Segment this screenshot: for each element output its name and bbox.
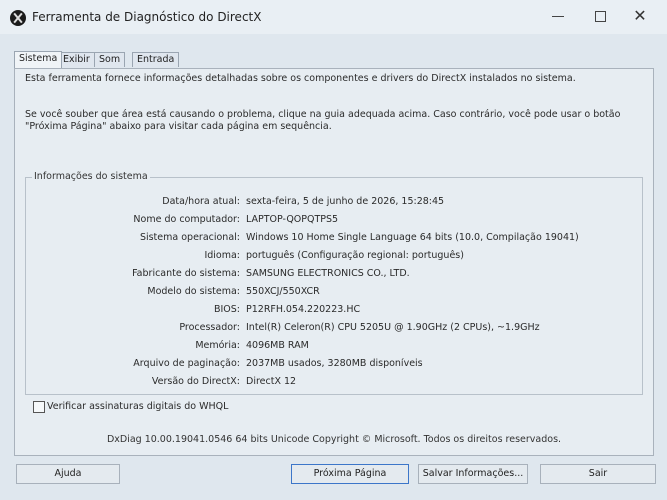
- tab-som[interactable]: Som: [94, 52, 126, 67]
- tab-entrada[interactable]: Entrada: [132, 52, 180, 67]
- info-value: P12RFH.054.220223.HC: [246, 304, 361, 315]
- group-title: Informações do sistema: [32, 171, 150, 182]
- info-label: Processador:: [179, 322, 240, 333]
- info-label: Modelo do sistema:: [147, 286, 240, 297]
- window-title: Ferramenta de Diagnóstico do DirectX: [32, 10, 262, 24]
- info-label: BIOS:: [213, 304, 240, 315]
- info-value: 4096MB RAM: [246, 340, 309, 351]
- info-row-bios: BIOS: P12RFH.054.220223.HC: [26, 304, 644, 320]
- whql-checkbox-label[interactable]: Verificar assinaturas digitais do WHQL: [47, 401, 228, 412]
- close-button[interactable]: ✕: [620, 6, 660, 26]
- intro-text-2: Se você souber que área está causando o …: [25, 109, 621, 132]
- info-value: Intel(R) Celeron(R) CPU 5205U @ 1.90GHz …: [246, 322, 540, 333]
- info-label: Nome do computador:: [133, 214, 240, 225]
- info-label: Fabricante do sistema:: [132, 268, 240, 279]
- minimize-icon: [552, 15, 564, 17]
- directx-app-icon: [10, 10, 26, 26]
- info-row-datetime: Data/hora atual: sexta-feira, 5 de junho…: [26, 196, 644, 212]
- info-row-memory: Memória: 4096MB RAM: [26, 340, 644, 356]
- info-row-manufacturer: Fabricante do sistema: SAMSUNG ELECTRONI…: [26, 268, 644, 284]
- info-value: 550XCJ/550XCR: [246, 286, 320, 297]
- info-value: Windows 10 Home Single Language 64 bits …: [246, 232, 579, 243]
- info-label: Data/hora atual:: [162, 196, 240, 207]
- info-label: Idioma:: [204, 250, 240, 261]
- info-value: 2037MB usados, 3280MB disponíveis: [246, 358, 423, 369]
- next-page-button[interactable]: Próxima Página: [291, 464, 409, 484]
- info-row-directx-version: Versão do DirectX: DirectX 12: [26, 376, 644, 392]
- tab-sistema[interactable]: Sistema: [14, 51, 63, 68]
- info-label: Sistema operacional:: [139, 232, 240, 243]
- save-info-button[interactable]: Salvar Informações...: [418, 464, 528, 484]
- info-value: português (Configuração regional: portug…: [246, 250, 464, 261]
- info-row-processor: Processador: Intel(R) Celeron(R) CPU 520…: [26, 322, 644, 338]
- close-icon: ✕: [633, 6, 647, 25]
- intro-text-1: Esta ferramenta fornece informações deta…: [25, 73, 576, 84]
- info-label: Versão do DirectX:: [151, 376, 240, 387]
- maximize-button[interactable]: [580, 6, 620, 26]
- exit-button[interactable]: Sair: [540, 464, 656, 484]
- copyright-text: DxDiag 10.00.19041.0546 64 bits Unicode …: [106, 434, 562, 445]
- info-value: LAPTOP-QOPQTPS5: [246, 214, 339, 225]
- info-label: Memória:: [195, 340, 240, 351]
- info-row-computer-name: Nome do computador: LAPTOP-QOPQTPS5: [26, 214, 644, 230]
- info-value: SAMSUNG ELECTRONICS CO., LTD.: [246, 268, 410, 279]
- info-value: sexta-feira, 5 de junho de 2026, 15:28:4…: [246, 196, 445, 207]
- info-row-pagefile: Arquivo de paginação: 2037MB usados, 328…: [26, 358, 644, 374]
- info-label: Arquivo de paginação:: [133, 358, 240, 369]
- info-value: DirectX 12: [246, 376, 297, 387]
- help-button[interactable]: Ajuda: [16, 464, 120, 484]
- whql-checkbox[interactable]: [33, 401, 45, 413]
- title-bar[interactable]: Ferramenta de Diagnóstico do DirectX ✕: [0, 0, 667, 34]
- info-row-model: Modelo do sistema: 550XCJ/550XCR: [26, 286, 644, 302]
- system-info-group: Informações do sistema Data/hora atual: …: [25, 171, 644, 395]
- dxdiag-window: Ferramenta de Diagnóstico do DirectX ✕ S…: [0, 0, 667, 500]
- tab-panel-sistema: Esta ferramenta fornece informações deta…: [14, 68, 654, 456]
- maximize-icon: [594, 10, 606, 22]
- minimize-button[interactable]: [538, 6, 578, 26]
- tab-exibir[interactable]: Exibir: [58, 52, 95, 67]
- info-row-os: Sistema operacional: Windows 10 Home Sin…: [26, 232, 644, 248]
- info-row-language: Idioma: português (Configuração regional…: [26, 250, 644, 266]
